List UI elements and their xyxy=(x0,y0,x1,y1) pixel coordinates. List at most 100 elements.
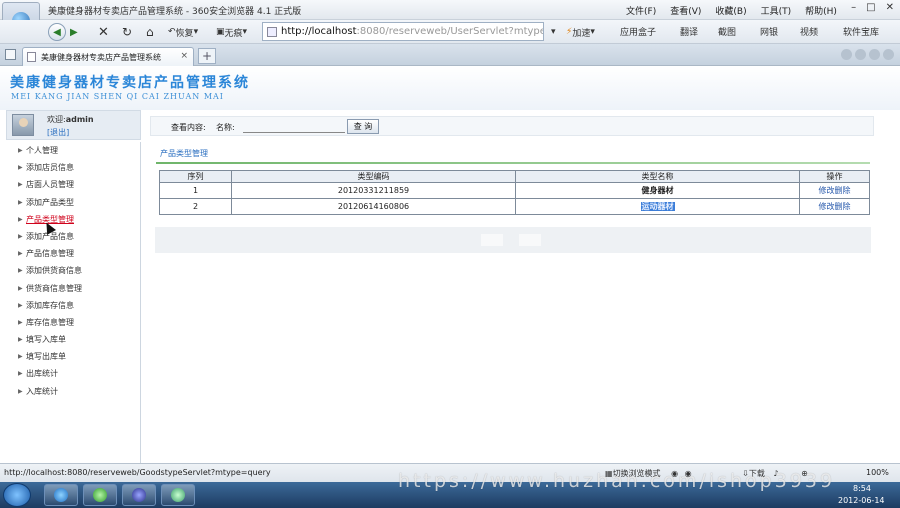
sidebar-item-staff-manage[interactable]: ▶ 店面人员管理 xyxy=(6,176,140,193)
cell-actions: 修改删除 xyxy=(799,198,870,215)
caret-right-icon: ▶ xyxy=(18,301,23,309)
sidebar-item-supplier-manage[interactable]: ▶ 供货商信息管理 xyxy=(6,280,140,297)
address-dropdown-icon[interactable]: ▾ xyxy=(551,23,556,41)
sidebar-item-add-staff[interactable]: ▶ 添加店员信息 xyxy=(6,159,140,176)
sidebar-item-stock-in-stats[interactable]: ▶ 入库统计 xyxy=(6,383,140,400)
forward-arrow-icon[interactable]: ▶ xyxy=(70,23,78,41)
tab-current[interactable]: 美康健身器材专卖店产品管理系统 × xyxy=(22,47,194,66)
window-title: 美康健身器材专卖店产品管理系统 - 360安全浏览器 4.1 正式版 xyxy=(48,7,302,17)
menu-favorites[interactable]: 收藏(B) xyxy=(715,4,746,17)
sidebar-item-stock-manage[interactable]: ▶ 库存信息管理 xyxy=(6,314,140,331)
eclipse-icon xyxy=(132,488,146,502)
taskbar-app[interactable] xyxy=(161,484,195,506)
logout-link[interactable]: [退出] xyxy=(47,127,69,138)
caret-right-icon: ▶ xyxy=(18,387,23,395)
zoom-level[interactable]: 100% xyxy=(866,468,889,477)
start-button[interactable] xyxy=(3,483,31,507)
sidebar-item-stock-out-form[interactable]: ▶ 填写出库单 xyxy=(6,348,140,365)
accelerate-button[interactable]: ⚡ 加速 ▾ xyxy=(566,23,595,41)
restore-icon: ↶ xyxy=(168,27,176,37)
address-bar[interactable]: http://localhost:8080/reserveweb/UserSer… xyxy=(262,22,544,41)
sidebar-item-personal[interactable]: ▶ 个人管理 xyxy=(6,142,140,159)
delete-link[interactable]: 删除 xyxy=(835,186,851,195)
sidebar-item-stock-out-stats[interactable]: ▶ 出库统计 xyxy=(6,365,140,382)
tab-close-icon[interactable]: × xyxy=(180,51,188,61)
caret-right-icon: ▶ xyxy=(18,147,23,154)
tab-scroll-left-icon[interactable] xyxy=(841,49,852,60)
avatar xyxy=(12,114,34,136)
table-row: 1 20120331211859 健身器材 修改删除 xyxy=(159,182,870,199)
taskbar-360-browser[interactable] xyxy=(83,484,117,506)
cell-index: 1 xyxy=(159,182,232,199)
app-box-button[interactable]: 应用盒子 xyxy=(620,25,656,38)
tab-menu-icon[interactable] xyxy=(883,49,894,60)
menu-tools[interactable]: 工具(T) xyxy=(761,4,792,17)
software-store-button[interactable]: 软件宝库 xyxy=(843,25,879,38)
browser-360-icon xyxy=(93,488,107,502)
close-icon[interactable]: ✕ xyxy=(886,2,894,13)
stop-icon[interactable]: ✕ xyxy=(98,23,109,41)
pagination-area xyxy=(155,227,871,253)
menu-view[interactable]: 查看(V) xyxy=(670,4,701,17)
search-bar: 查看内容: 名称: 查 询 xyxy=(150,116,874,136)
menu-file[interactable]: 文件(F) xyxy=(626,4,656,17)
browser-title-bar: 美康健身器材专卖店产品管理系统 - 360安全浏览器 4.1 正式版 文件(F)… xyxy=(0,0,900,40)
site-header: 美康健身器材专卖店产品管理系统 MEI KANG JIAN SHEN QI CA… xyxy=(0,66,900,110)
pager-button[interactable] xyxy=(481,234,503,246)
page-content: 美康健身器材专卖店产品管理系统 MEI KANG JIAN SHEN QI CA… xyxy=(0,66,900,463)
tab-list-icon[interactable] xyxy=(869,49,880,60)
translate-button[interactable]: 翻译 xyxy=(680,25,698,38)
cell-actions: 修改删除 xyxy=(799,182,870,199)
back-arrow-icon[interactable]: ◀ xyxy=(48,23,66,41)
sidebar-item-product-type-manage[interactable]: ▶ 产品类型管理 xyxy=(6,211,140,228)
pager-button[interactable] xyxy=(519,234,541,246)
edit-link[interactable]: 修改 xyxy=(819,202,835,211)
edit-link[interactable]: 修改 xyxy=(819,186,835,195)
table-header-row: 序列 类型编码 类型名称 操作 xyxy=(159,170,870,183)
site-title: 美康健身器材专卖店产品管理系统 xyxy=(10,75,250,91)
ebank-button[interactable]: 网银 xyxy=(760,25,778,38)
screenshot-button[interactable]: 截图 xyxy=(718,25,736,38)
home-icon[interactable]: ⌂ xyxy=(146,23,154,41)
sidebar-item-add-product-type[interactable]: ▶ 添加产品类型 xyxy=(6,194,140,211)
query-button[interactable]: 查 询 xyxy=(347,119,379,134)
caret-right-icon: ▶ xyxy=(18,353,23,361)
browser-menu-bar: 文件(F) 查看(V) 收藏(B) 工具(T) 帮助(H) xyxy=(626,4,851,17)
app-icon xyxy=(171,488,185,502)
sidebar-item-add-product[interactable]: ▶ 添加产品信息 xyxy=(6,228,140,245)
sidebar-item-add-stock[interactable]: ▶ 添加库存信息 xyxy=(6,297,140,314)
section-divider xyxy=(156,162,870,164)
incognito-button[interactable]: ▣ 无痕 ▾ xyxy=(216,23,247,41)
site-subtitle: MEI KANG JIAN SHEN QI CAI ZHUAN MAI xyxy=(11,92,224,101)
maximize-icon[interactable]: □ xyxy=(866,2,875,13)
sidebar-toggle-icon[interactable] xyxy=(5,49,16,60)
tab-bar: 美康健身器材专卖店产品管理系统 × + xyxy=(0,44,900,66)
name-search-input[interactable] xyxy=(243,120,345,133)
minimize-icon[interactable]: – xyxy=(851,2,856,13)
caret-right-icon: ▶ xyxy=(18,164,23,172)
incognito-icon: ▣ xyxy=(216,27,225,37)
clock-time: 8:54 xyxy=(853,484,871,493)
video-button[interactable]: 视频 xyxy=(800,25,818,38)
caret-right-icon: ▶ xyxy=(18,284,23,292)
restore-button[interactable]: ↶ 恢复 ▾ xyxy=(168,23,198,41)
watermark-text: https://www.huzhan.com/ishop3939 xyxy=(398,470,836,492)
cell-code: 20120614160806 xyxy=(231,198,516,215)
menu-help[interactable]: 帮助(H) xyxy=(805,4,837,17)
refresh-icon[interactable]: ↻ xyxy=(122,23,132,41)
tab-bar-controls xyxy=(841,49,894,60)
column-header-index: 序列 xyxy=(159,170,232,183)
tab-scroll-right-icon[interactable] xyxy=(855,49,866,60)
cell-name: 运动器材 xyxy=(515,198,800,215)
clock-date: 2012-06-14 xyxy=(838,496,885,505)
sidebar-item-stock-in-form[interactable]: ▶ 填写入库单 xyxy=(6,331,140,348)
taskbar-eclipse[interactable] xyxy=(122,484,156,506)
column-header-code: 类型编码 xyxy=(231,170,516,183)
sidebar-item-product-manage[interactable]: ▶ 产品信息管理 xyxy=(6,245,140,262)
taskbar-ie[interactable] xyxy=(44,484,78,506)
delete-link[interactable]: 删除 xyxy=(835,202,851,211)
username: admin xyxy=(65,115,94,124)
new-tab-button[interactable]: + xyxy=(198,48,216,64)
ie-icon xyxy=(54,488,68,502)
sidebar-item-add-supplier[interactable]: ▶ 添加供货商信息 xyxy=(6,262,140,279)
